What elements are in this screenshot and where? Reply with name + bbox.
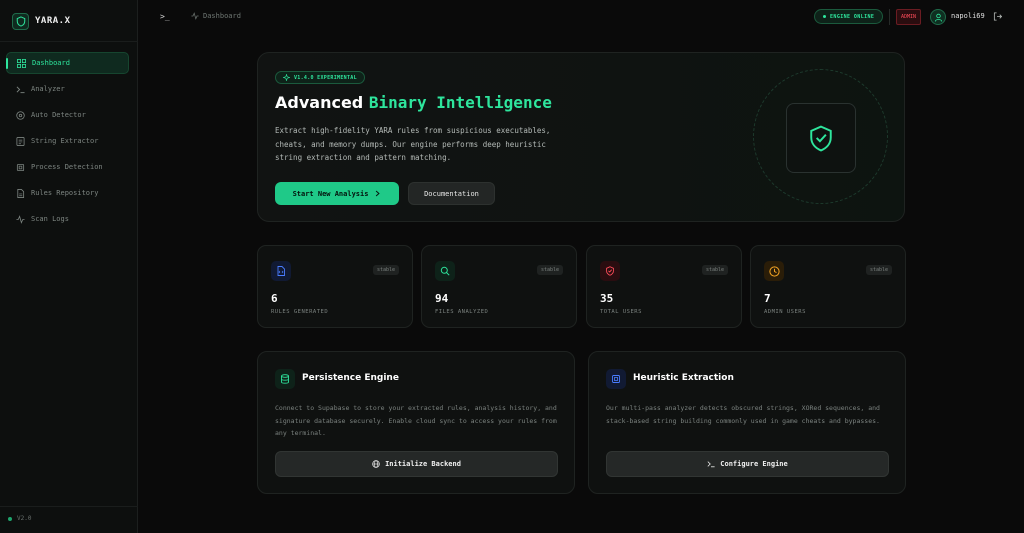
documentation-button[interactable]: Documentation [408,182,495,205]
feature-card-persistence: Persistence Engine Connect to Supabase t… [257,351,575,494]
version-label: V2.0 [17,515,32,522]
sidebar-nav: Dashboard Analyzer Auto Detector String … [6,52,129,234]
document-icon [15,136,25,146]
sidebar-item-label: Analyzer [31,85,65,93]
hero-description: Extract high-fidelity YARA rules from su… [275,126,551,162]
sidebar-item-rules-repository[interactable]: Rules Repository [6,182,129,204]
stat-card-files[interactable]: stable 94 FILES ANALYZED [421,245,577,328]
target-icon [15,110,25,120]
divider [0,506,138,507]
hero-card: V1.4.0 EXPERIMENTAL Advanced Binary Inte… [257,52,905,222]
logout-icon[interactable] [993,12,1003,23]
hero-title-accent: Binary Intelligence [368,93,552,112]
start-analysis-label: Start New Analysis [292,189,369,198]
cpu-icon [15,162,25,172]
feature-description: Connect to Supabase to store your extrac… [275,404,557,437]
sidebar-item-string-extractor[interactable]: String Extractor [6,130,129,152]
username[interactable]: napoli69 [951,12,985,20]
initialize-backend-button[interactable]: Initialize Backend [275,451,558,477]
database-icon [275,369,295,389]
terminal-icon [15,84,25,94]
breadcrumb-label: Dashboard [203,12,241,20]
chip-icon [606,369,626,389]
sidebar-item-process-detection[interactable]: Process Detection [6,156,129,178]
sidebar-item-analyzer[interactable]: Analyzer [6,78,129,100]
stat-label: ADMIN USERS [764,309,806,315]
stat-value: 94 [435,292,449,305]
sidebar-item-label: Process Detection [31,163,103,171]
feature-card-heuristic: Heuristic Extraction Our multi-pass anal… [588,351,906,494]
feature-title: Persistence Engine [302,373,399,383]
engine-status-badge: ENGINE ONLINE [814,9,884,24]
search-icon [435,261,455,281]
stat-card-rules[interactable]: stable 6 RULES GENERATED [257,245,413,328]
stat-value: 7 [764,292,771,305]
stat-value: 6 [271,292,278,305]
sidebar-item-label: String Extractor [31,137,99,145]
sparkle-icon [283,74,290,81]
status-badge: stable [536,265,563,275]
shield-logo-icon [12,12,29,30]
stat-label: RULES GENERATED [271,309,329,315]
chevron-right-icon [376,190,381,197]
avatar[interactable] [930,9,946,25]
globe-icon [372,460,380,468]
stat-card-admins[interactable]: stable 7 ADMIN USERS [750,245,906,328]
topbar: >_ Dashboard ENGINE ONLINE ADMIN napoli6… [138,0,1024,33]
activity-icon [191,12,199,20]
sidebar-item-label: Dashboard [32,59,70,67]
activity-icon [15,214,25,224]
stat-card-users[interactable]: stable 35 TOTAL USERS [586,245,742,328]
button-label: Configure Engine [720,460,788,468]
brand-title: YARA.X [35,16,71,26]
engine-status-label: ENGINE ONLINE [830,13,875,20]
shield-check-icon [786,103,856,173]
sidebar-item-label: Auto Detector [31,111,86,119]
sidebar: YARA.X Dashboard Analyzer Auto Detector [0,0,138,533]
button-label: Initialize Backend [385,460,461,468]
breadcrumb: Dashboard [191,12,241,20]
divider [0,41,138,42]
feature-description: Our multi-pass analyzer detects obscured… [606,404,880,425]
stat-value: 35 [600,292,614,305]
sidebar-item-auto-detector[interactable]: Auto Detector [6,104,129,126]
role-badge: ADMIN [896,9,922,25]
clock-icon [764,261,784,281]
shield-icon [600,261,620,281]
status-badge: stable [701,265,728,275]
terminal-prompt-icon[interactable]: >_ [160,12,170,21]
divider [889,9,890,25]
sidebar-item-dashboard[interactable]: Dashboard [6,52,129,74]
version-pill-label: V1.4.0 EXPERIMENTAL [294,74,357,81]
version-indicator: V2.0 [8,515,31,522]
sidebar-item-scan-logs[interactable]: Scan Logs [6,208,129,230]
grid-icon [16,58,26,68]
start-analysis-button[interactable]: Start New Analysis [275,182,399,205]
file-icon [15,188,25,198]
sidebar-item-label: Rules Repository [31,189,99,197]
feature-title: Heuristic Extraction [633,373,734,383]
status-badge: stable [372,265,399,275]
configure-engine-button[interactable]: Configure Engine [606,451,889,477]
stat-label: FILES ANALYZED [435,309,489,315]
sidebar-item-label: Scan Logs [31,215,69,223]
status-dot [8,516,12,521]
terminal-icon [707,461,715,468]
status-badge: stable [865,265,892,275]
file-code-icon [271,261,291,281]
status-dot [823,15,826,18]
user-icon [934,13,942,22]
stat-label: TOTAL USERS [600,309,642,315]
hero-title-plain: Advanced [275,93,369,112]
version-pill: V1.4.0 EXPERIMENTAL [275,71,365,84]
hero-title: Advanced Binary Intelligence [275,93,552,112]
brand[interactable]: YARA.X [12,12,71,30]
